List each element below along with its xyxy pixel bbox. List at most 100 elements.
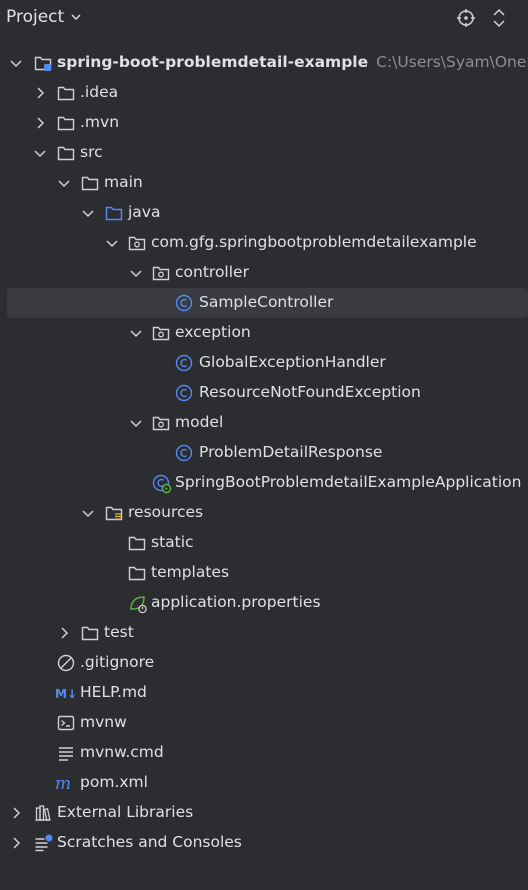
package-icon (152, 324, 170, 342)
expand-collapse-icon[interactable] (488, 7, 510, 29)
chevron-down-icon[interactable] (32, 145, 48, 161)
tree-item-root[interactable]: spring-boot-problemdetail-example C:\User… (0, 48, 528, 78)
project-path: C:\Users\Syam\OneD (376, 53, 528, 71)
class-icon (175, 294, 193, 312)
tree-item-label: com.gfg.springbootproblemdetailexample (151, 233, 477, 251)
tree-item-label: ProblemDetailResponse (199, 443, 383, 461)
chevron-down-icon[interactable] (56, 175, 72, 191)
tree-item-model[interactable]: model (0, 408, 528, 438)
tree-item-external-libraries[interactable]: External Libraries (0, 798, 528, 828)
tree-item-label: External Libraries (57, 803, 194, 821)
tree-item-mvn[interactable]: .mvn (0, 108, 528, 138)
tree-item-package[interactable]: com.gfg.springbootproblemdetailexample (0, 228, 528, 258)
tree-item-application-properties[interactable]: application.properties (0, 588, 528, 618)
folder-icon (81, 174, 99, 192)
tree-item-label: test (104, 623, 134, 641)
svg-text:M↓: M↓ (55, 687, 77, 701)
library-icon (34, 804, 52, 822)
folder-icon (57, 84, 75, 102)
chevron-down-icon[interactable] (80, 205, 96, 221)
markdown-icon: M↓ (55, 684, 77, 702)
maven-icon: m (55, 774, 77, 792)
chevron-down-icon[interactable] (128, 265, 144, 281)
tree-item-label: pom.xml (80, 773, 148, 791)
tree-item-label: .mvn (80, 113, 120, 131)
chevron-right-icon[interactable] (32, 115, 48, 131)
package-icon (152, 414, 170, 432)
tree-item-label: src (80, 143, 103, 161)
tree-item-label: java (128, 203, 161, 221)
tree-item-label: GlobalExceptionHandler (199, 353, 386, 371)
chevron-right-icon[interactable] (8, 835, 24, 851)
package-icon (128, 234, 146, 252)
project-panel-header: Project (0, 0, 528, 36)
tree-item-mvnw[interactable]: mvnw (0, 708, 528, 738)
tree-item-label: main (104, 173, 143, 191)
tree-item-mvnw-cmd[interactable]: mvnw.cmd (0, 738, 528, 768)
tree-item-idea[interactable]: .idea (0, 78, 528, 108)
module-folder-icon (34, 54, 52, 72)
tree-item-application-class[interactable]: SpringBootProblemdetailExampleApplicatio… (0, 468, 528, 498)
source-folder-icon (105, 204, 123, 222)
package-icon (152, 264, 170, 282)
chevron-right-icon[interactable] (8, 805, 24, 821)
chevron-down-icon[interactable] (104, 235, 120, 251)
class-icon (175, 354, 193, 372)
folder-icon (57, 144, 75, 162)
chevron-right-icon[interactable] (56, 625, 72, 641)
chevron-down-icon[interactable] (80, 505, 96, 521)
chevron-down-icon[interactable] (128, 325, 144, 341)
resources-folder-icon (105, 504, 123, 522)
tree-item-label: .gitignore (80, 653, 155, 671)
tree-item-sample-controller[interactable]: SampleController (7, 288, 528, 318)
panel-title: Project (6, 7, 65, 27)
tree-item-controller[interactable]: controller (0, 258, 528, 288)
chevron-down-icon[interactable] (128, 415, 144, 431)
folder-icon (128, 564, 146, 582)
scratches-icon (34, 834, 53, 852)
tree-item-global-exception-handler[interactable]: GlobalExceptionHandler (0, 348, 528, 378)
tree-item-label: mvnw.cmd (80, 743, 164, 761)
chevron-down-icon (70, 11, 82, 23)
tree-item-label: HELP.md (80, 683, 147, 701)
tree-item-java[interactable]: java (0, 198, 528, 228)
tree-item-label: model (175, 413, 224, 431)
tree-item-label: ResourceNotFoundException (199, 383, 421, 401)
tree-item-label: resources (128, 503, 204, 521)
tree-item-problem-detail-response[interactable]: ProblemDetailResponse (0, 438, 528, 468)
tree-item-templates[interactable]: templates (0, 558, 528, 588)
tree-item-main[interactable]: main (0, 168, 528, 198)
tree-item-help-md[interactable]: M↓ HELP.md (0, 678, 528, 708)
tree-item-pom-xml[interactable]: m pom.xml (0, 768, 528, 798)
tree-item-label: .idea (80, 83, 119, 101)
tree-item-gitignore[interactable]: .gitignore (0, 648, 528, 678)
shell-script-icon (57, 714, 75, 732)
tree-item-label: spring-boot-problemdetail-example C:\User… (57, 53, 528, 71)
tree-item-resources[interactable]: resources (0, 498, 528, 528)
more-options-icon[interactable] (520, 7, 528, 29)
tree-item-src[interactable]: src (0, 138, 528, 168)
chevron-down-icon[interactable] (8, 55, 24, 71)
chevron-right-icon[interactable] (32, 85, 48, 101)
svg-text:m: m (55, 774, 71, 792)
spring-properties-icon (128, 594, 147, 614)
class-icon (175, 384, 193, 402)
tree-item-label: templates (151, 563, 230, 581)
folder-icon (128, 534, 146, 552)
ignore-file-icon (57, 654, 75, 672)
tree-item-static[interactable]: static (0, 528, 528, 558)
project-view-selector[interactable]: Project (6, 7, 82, 27)
locate-icon[interactable] (455, 7, 477, 29)
text-file-icon (57, 744, 75, 762)
folder-icon (57, 114, 75, 132)
project-tree: spring-boot-problemdetail-example C:\User… (0, 48, 528, 858)
tree-item-label: exception (175, 323, 251, 341)
tree-item-test[interactable]: test (0, 618, 528, 648)
tree-item-label: application.properties (151, 593, 321, 611)
tree-item-exception[interactable]: exception (0, 318, 528, 348)
tree-item-scratches-and-consoles[interactable]: Scratches and Consoles (0, 828, 528, 858)
folder-icon (81, 624, 99, 642)
tree-item-label: Scratches and Consoles (57, 833, 242, 851)
tree-item-resource-not-found-exception[interactable]: ResourceNotFoundException (0, 378, 528, 408)
spring-boot-class-icon (152, 474, 172, 494)
